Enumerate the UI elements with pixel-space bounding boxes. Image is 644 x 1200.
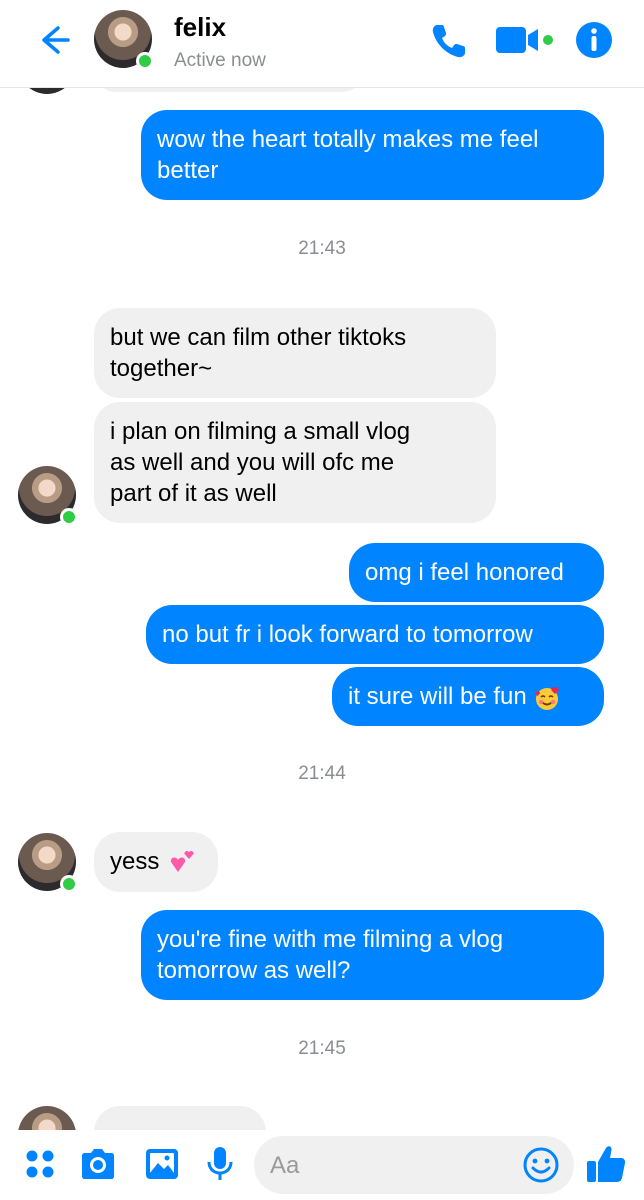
- message-line: tomorrow as well?: [157, 957, 351, 984]
- contact-name[interactable]: felix: [174, 12, 226, 43]
- message-line: better: [157, 157, 219, 184]
- chat-header: felix Active now: [0, 0, 644, 88]
- message-line: you're fine with me filming a vlog: [157, 926, 504, 953]
- message-bubble-incoming[interactable]: i plan on filming a small vlog as well a…: [94, 402, 496, 523]
- emoji-icon[interactable]: [522, 1146, 560, 1184]
- timestamp: 21:43: [298, 238, 346, 259]
- smiling-face-with-hearts-icon: [535, 686, 560, 710]
- video-camera-icon[interactable]: [494, 22, 554, 58]
- message-bubble-partial[interactable]: [94, 1106, 266, 1130]
- message-line: it sure will be fun: [348, 683, 527, 710]
- message-bubble-outgoing[interactable]: omg i feel honored: [349, 543, 604, 602]
- contact-avatar[interactable]: [94, 10, 154, 70]
- message-bubble-partial[interactable]: [94, 88, 364, 92]
- phone-icon[interactable]: [428, 20, 470, 62]
- image-icon[interactable]: [142, 1144, 182, 1184]
- message-bubble-outgoing[interactable]: wow the heart totally makes me feel bett…: [141, 110, 604, 200]
- message-bubble-incoming[interactable]: but we can film other tiktoks together~: [94, 308, 496, 398]
- message-input[interactable]: Aa: [254, 1136, 574, 1194]
- camera-icon[interactable]: [78, 1144, 118, 1184]
- message-line: as well and you will ofc me: [110, 449, 395, 476]
- message-bubble-outgoing[interactable]: no but fr i look forward to tomorrow: [146, 605, 604, 664]
- apps-grid-icon[interactable]: [20, 1144, 60, 1184]
- active-status-dot: [60, 875, 78, 893]
- message-line: but we can film other tiktoks: [110, 324, 407, 351]
- thumbs-up-icon[interactable]: [584, 1142, 628, 1186]
- contact-status: Active now: [174, 50, 266, 71]
- active-status-dot: [60, 508, 78, 526]
- message-line: together~: [110, 355, 213, 382]
- message-line: wow the heart totally makes me feel: [157, 126, 539, 153]
- message-bubble-outgoing[interactable]: you're fine with me filming a vlog tomor…: [141, 910, 604, 1000]
- message-composer: Aa: [0, 1130, 644, 1200]
- message-line: omg i feel honored: [365, 559, 564, 586]
- message-bubble-incoming[interactable]: yess: [94, 832, 218, 892]
- microphone-icon[interactable]: [200, 1144, 240, 1184]
- message-list[interactable]: wow the heart totally makes me feel bett…: [0, 88, 644, 1130]
- message-line: part of it as well: [110, 480, 277, 507]
- contact-message-avatar[interactable]: [18, 833, 78, 893]
- message-bubble-outgoing[interactable]: it sure will be fun: [332, 667, 604, 726]
- message-input-placeholder: Aa: [270, 1152, 300, 1179]
- active-status-dot: [136, 52, 154, 70]
- contact-message-avatar: [18, 1106, 76, 1130]
- timestamp: 21:44: [298, 763, 346, 784]
- message-line: yess: [110, 848, 160, 875]
- contact-message-avatar: [18, 88, 76, 94]
- message-line: no but fr i look forward to tomorrow: [162, 621, 533, 648]
- message-line: i plan on filming a small vlog: [110, 418, 411, 445]
- info-icon[interactable]: [574, 20, 614, 60]
- back-arrow-icon[interactable]: [34, 20, 74, 60]
- contact-message-avatar[interactable]: [18, 466, 78, 526]
- timestamp: 21:45: [298, 1038, 346, 1059]
- two-hearts-icon: [170, 850, 194, 872]
